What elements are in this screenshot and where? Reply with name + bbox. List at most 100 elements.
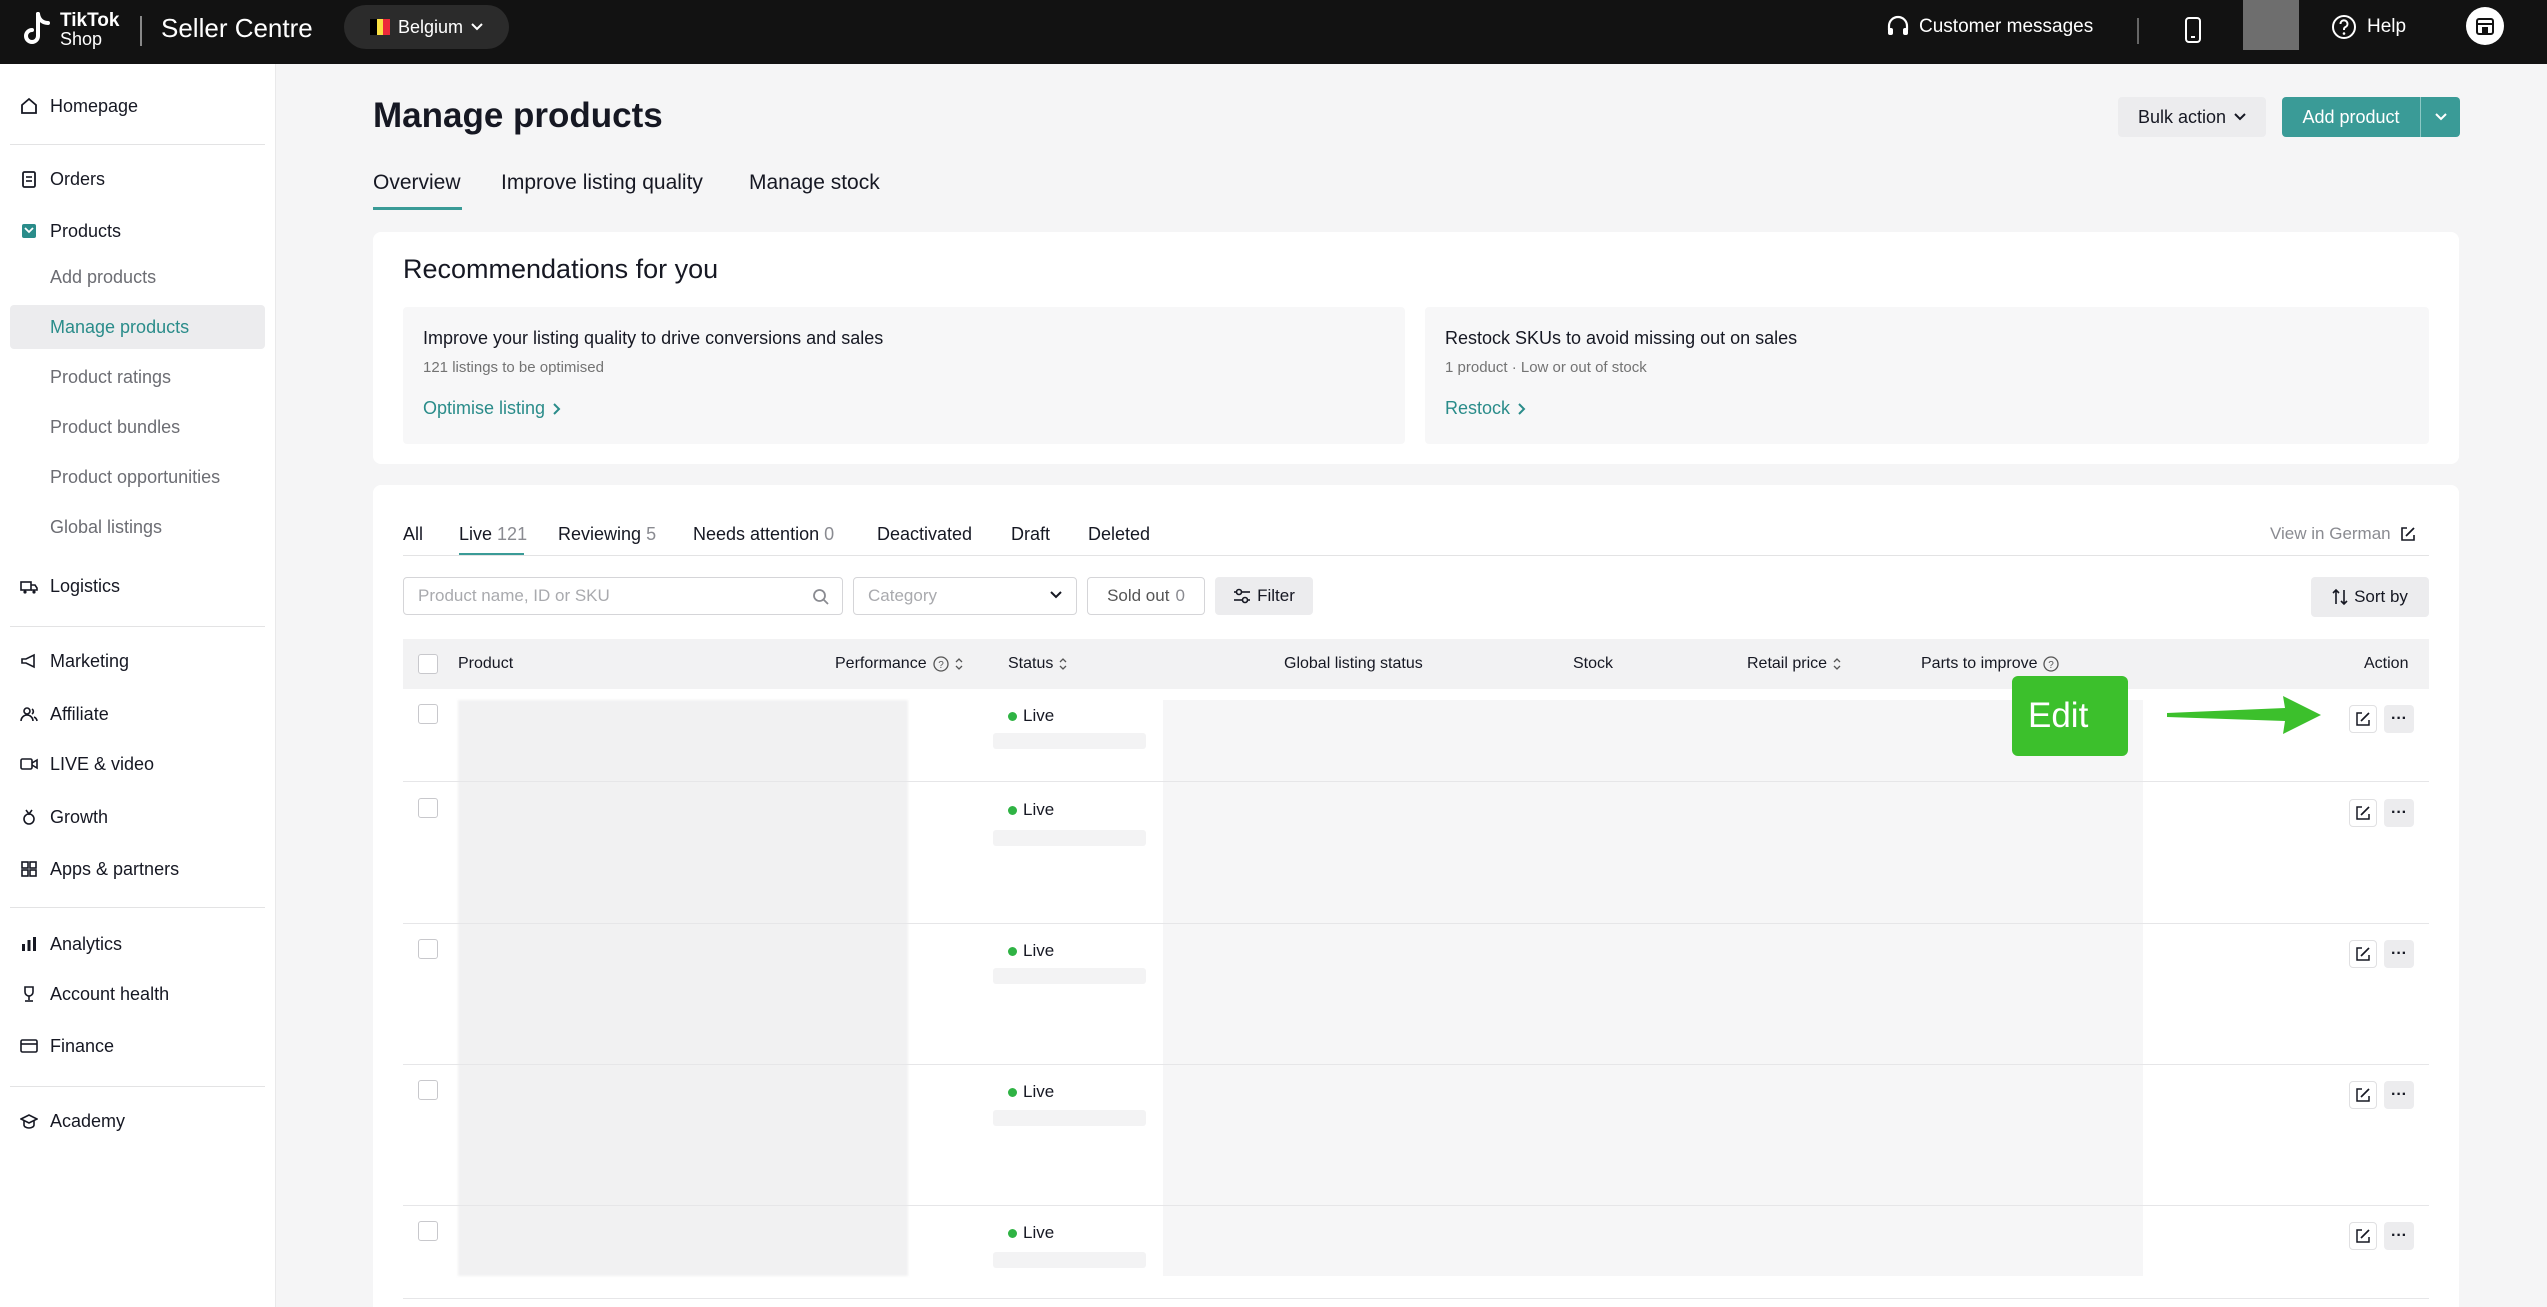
shop-icon[interactable] [2466,7,2504,45]
tab-manage-stock[interactable]: Manage stock [749,171,880,195]
avatar[interactable] [2243,0,2299,50]
more-icon: ··· [2391,710,2407,727]
edit-product-button[interactable] [2349,705,2377,733]
restock-link[interactable]: Restock [1445,398,1526,419]
sold-out-count: 0 [1175,586,1185,605]
row-checkbox[interactable] [418,1221,438,1241]
nav-logistics-label: Logistics [50,575,121,596]
more-actions-button[interactable]: ··· [2384,705,2414,733]
nav-add-products[interactable]: Add products [10,255,265,299]
nav-academy[interactable]: Academy [20,1106,125,1136]
more-actions-button[interactable]: ··· [2384,1222,2414,1250]
recommendation-subtext: 1 product · Low or out of stock [1445,359,1647,376]
row-checkbox[interactable] [418,798,438,818]
row-checkbox[interactable] [418,939,438,959]
customer-messages-button[interactable]: Customer messages [1885,14,2093,40]
edit-icon [2356,712,2370,726]
nav-orders[interactable]: Orders [20,164,105,194]
live-dot-icon [1008,711,1017,721]
active-tab-indicator [373,207,462,210]
topbar-divider [2137,18,2139,44]
bulk-action-label: Bulk action [2137,106,2227,127]
row-checkbox[interactable] [418,1080,438,1100]
nav-product-bundles[interactable]: Product bundles [10,405,265,449]
mobile-phone-icon[interactable] [2182,16,2204,44]
status-badge: Live [1008,800,1054,820]
column-retail-price[interactable]: Retail price [1747,655,1841,673]
category-select[interactable]: Category [853,577,1077,615]
tiktok-logo-icon [24,12,50,44]
help-button[interactable]: Help [2331,14,2406,40]
filter-tab-needs-attention[interactable]: Needs attention 0 [693,524,834,545]
edit-product-button[interactable] [2349,1081,2377,1109]
sold-out-toggle[interactable]: Sold out 0 [1087,577,1205,615]
edit-product-button[interactable] [2349,940,2377,968]
more-icon: ··· [2391,1227,2407,1244]
edit-annotation-label: Edit [2012,676,2128,756]
add-product-label: Add product [2302,106,2400,127]
optimise-listing-link[interactable]: Optimise listing [423,398,561,419]
filter-tab-label: Live [459,524,493,544]
help-label: Help [2367,16,2407,37]
nav-product-opportunities[interactable]: Product opportunities [10,455,265,499]
nav-manage-products[interactable]: Manage products [10,305,265,349]
live-dot-icon [1008,946,1017,956]
filter-tab-draft[interactable]: Draft [1011,524,1050,545]
nav-finance[interactable]: Finance [20,1031,114,1061]
filter-button[interactable]: Filter [1215,577,1313,615]
status-label: Live [1023,941,1055,960]
status-badge: Live [1008,706,1054,726]
help-circle-icon: ? [932,656,949,672]
tiktok-shop-logo[interactable]: TikTok Shop [20,10,119,50]
status-label: Live [1023,800,1055,819]
graduation-cap-icon [20,1114,38,1129]
column-label: Action [2364,655,2409,672]
row-checkbox[interactable] [418,704,438,724]
more-actions-button[interactable]: ··· [2384,1081,2414,1109]
more-actions-button[interactable]: ··· [2384,799,2414,827]
edit-icon [2356,1229,2370,1243]
product-info-redacted [458,700,908,1276]
status-label: Live [1023,706,1055,725]
column-status[interactable]: Status [1008,655,1067,673]
filter-tab-reviewing[interactable]: Reviewing 5 [558,524,656,545]
view-in-german-link[interactable]: View in German [2270,524,2417,544]
edit-icon [2356,806,2370,820]
nav-global-listings[interactable]: Global listings [10,505,265,549]
sort-by-button[interactable]: Sort by [2311,577,2429,617]
nav-growth[interactable]: Growth [20,802,108,832]
nav-homepage[interactable]: Homepage [20,91,138,121]
filter-tab-all[interactable]: All [403,524,423,545]
nav-analytics[interactable]: Analytics [20,929,122,959]
nav-logistics[interactable]: Logistics [20,571,120,601]
nav-affiliate[interactable]: Affiliate [20,699,109,729]
recommendation-heading: Restock SKUs to avoid missing out on sal… [1445,328,1798,348]
more-actions-button[interactable]: ··· [2384,940,2414,968]
megaphone-icon [21,653,35,669]
region-selector[interactable]: Belgium [344,5,509,49]
nav-marketing[interactable]: Marketing [20,646,129,676]
status-detail-redacted [993,733,1146,749]
chevron-right-icon [553,402,561,415]
nav-apps-partners[interactable]: Apps & partners [20,854,179,884]
tab-improve-listing-quality[interactable]: Improve listing quality [501,171,703,195]
tab-overview[interactable]: Overview [373,171,461,195]
edit-product-button[interactable] [2349,1222,2377,1250]
column-performance[interactable]: Performance ? [835,655,963,673]
add-product-dropdown-button[interactable] [2420,97,2460,137]
nav-account-health[interactable]: Account health [20,979,169,1009]
filter-tab-deactivated[interactable]: Deactivated [877,524,972,545]
nav-products[interactable]: Products [20,216,121,246]
bulk-action-button[interactable]: Bulk action [2118,97,2266,137]
search-input[interactable]: Product name, ID or SKU [403,577,843,615]
add-product-button[interactable]: Add product [2282,97,2420,137]
select-all-checkbox[interactable] [418,654,438,674]
filter-tab-deleted[interactable]: Deleted [1088,524,1150,545]
filter-tab-live[interactable]: Live 121 [459,524,527,545]
nav-product-ratings[interactable]: Product ratings [10,355,265,399]
column-parts-to-improve: Parts to improve ? [1921,655,2060,673]
restock-label: Restock [1445,398,1511,418]
edit-product-button[interactable] [2349,799,2377,827]
logo-line-1: TikTok [60,10,120,31]
nav-live-video[interactable]: LIVE & video [20,749,154,779]
